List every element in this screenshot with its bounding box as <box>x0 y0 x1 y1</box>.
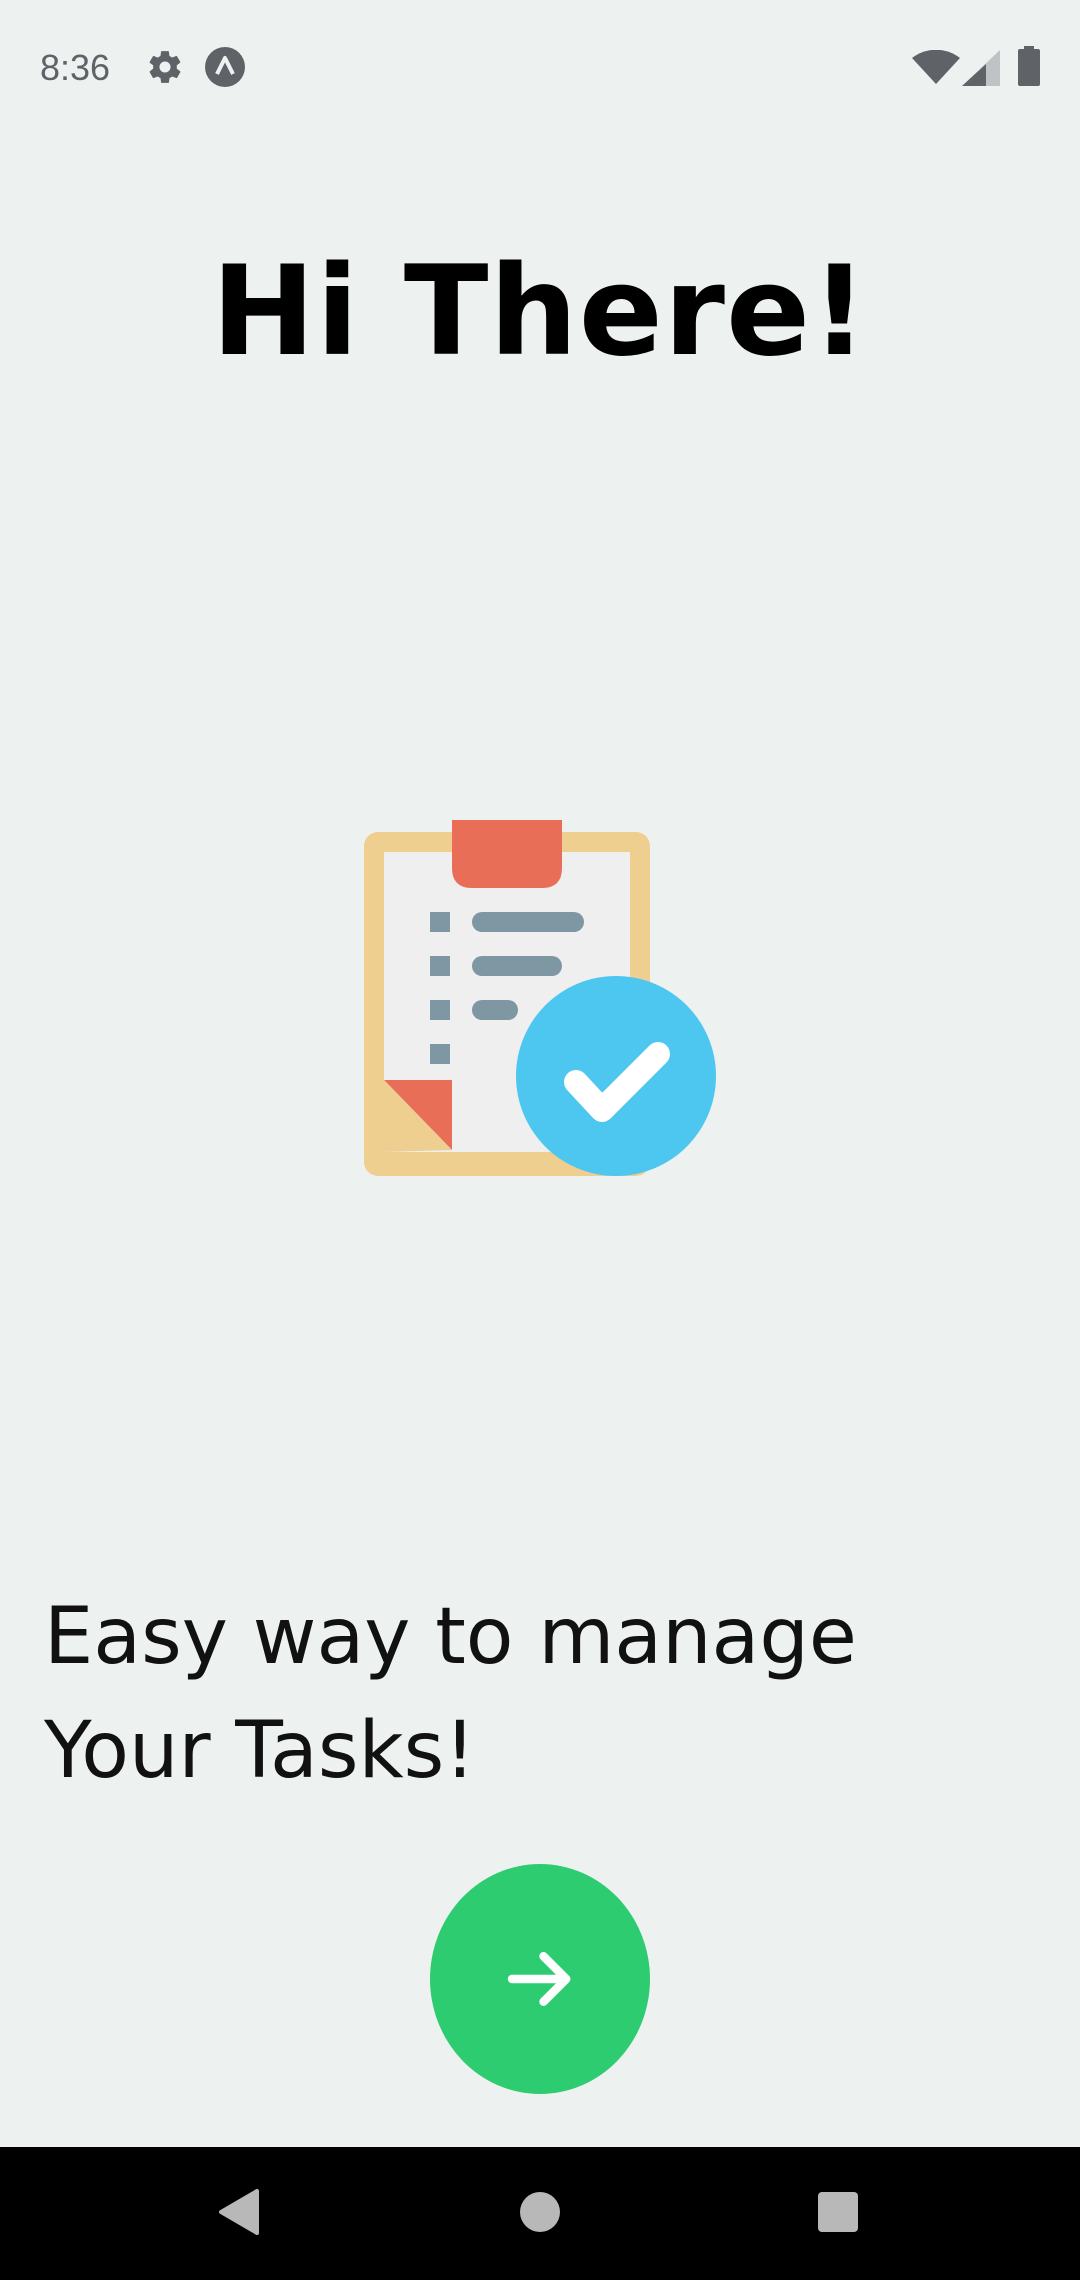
recents-button[interactable] <box>788 2167 888 2257</box>
recents-icon <box>818 2192 858 2232</box>
signal-icon <box>962 50 1000 86</box>
status-time: 8:36 <box>40 47 111 88</box>
navigation-bar <box>0 2147 1080 2280</box>
gear-icon <box>149 51 181 83</box>
arrow-right-icon <box>507 1952 571 2006</box>
page-title: Hi There! <box>211 240 869 384</box>
app-a-icon <box>205 47 245 87</box>
status-bar: 8:36 <box>0 0 1080 130</box>
home-button[interactable] <box>490 2167 590 2257</box>
battery-icon <box>1018 46 1040 86</box>
back-icon <box>219 2189 259 2235</box>
next-button[interactable] <box>430 1864 650 2094</box>
tagline: Easy way to manage Your Tasks! <box>44 1592 857 1796</box>
wifi-icon <box>912 50 960 84</box>
home-icon <box>520 2192 560 2232</box>
back-button[interactable] <box>190 2167 290 2257</box>
clipboard-checklist-icon <box>364 820 716 1176</box>
